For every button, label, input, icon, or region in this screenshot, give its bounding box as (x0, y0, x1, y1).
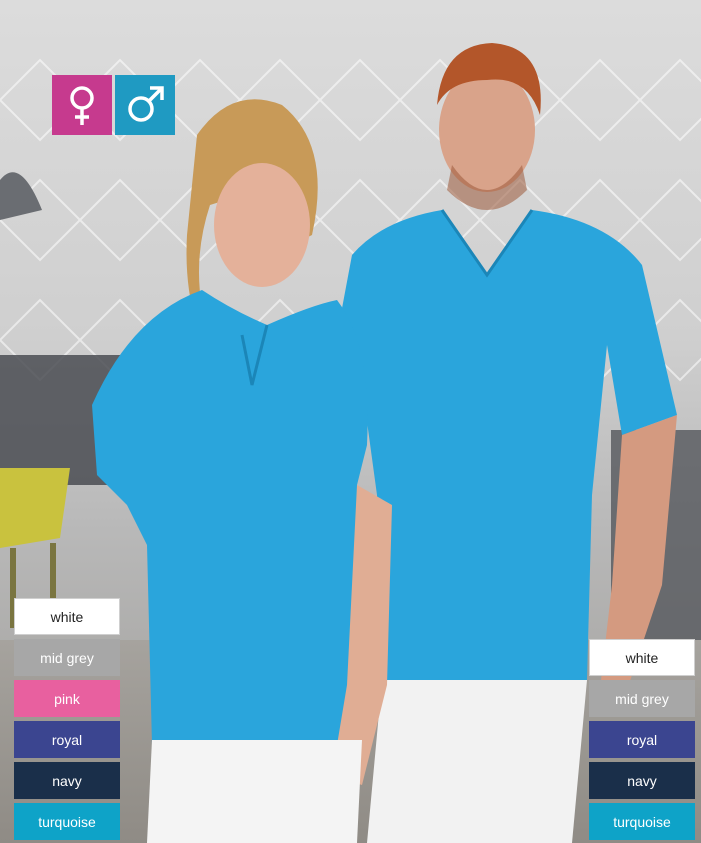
swatch-label: navy (627, 772, 657, 789)
swatch-men-mid-grey[interactable]: mid grey (589, 680, 695, 717)
swatch-label: royal (51, 731, 83, 748)
swatch-label: navy (52, 772, 82, 789)
swatch-women-royal[interactable]: royal (14, 721, 120, 758)
swatch-label: pink (54, 690, 80, 707)
swatch-label: mid grey (615, 690, 669, 707)
swatch-label: royal (626, 731, 658, 748)
swatch-label: white (625, 649, 659, 666)
female-model (92, 99, 392, 843)
swatch-women-pink[interactable]: pink (14, 680, 120, 717)
swatch-label: mid grey (40, 649, 94, 666)
swatch-men-royal[interactable]: royal (589, 721, 695, 758)
swatch-label: white (50, 608, 84, 625)
product-photo: white mid grey pink royal navy turquoise… (0, 0, 701, 843)
swatch-women-mid-grey[interactable]: mid grey (14, 639, 120, 676)
female-symbol-icon (70, 86, 94, 125)
male-symbol-badge (115, 75, 175, 135)
swatch-men-white[interactable]: white (589, 639, 695, 676)
swatch-women-turquoise[interactable]: turquoise (14, 803, 120, 840)
male-symbol-icon (128, 86, 164, 122)
swatch-label: turquoise (613, 813, 671, 830)
female-symbol-badge (52, 75, 112, 135)
swatch-label: turquoise (38, 813, 96, 830)
pendant-lamp (0, 172, 42, 220)
swatch-men-turquoise[interactable]: turquoise (589, 803, 695, 840)
swatch-women-navy[interactable]: navy (14, 762, 120, 799)
swatch-women-white[interactable]: white (14, 598, 120, 635)
swatch-men-navy[interactable]: navy (589, 762, 695, 799)
